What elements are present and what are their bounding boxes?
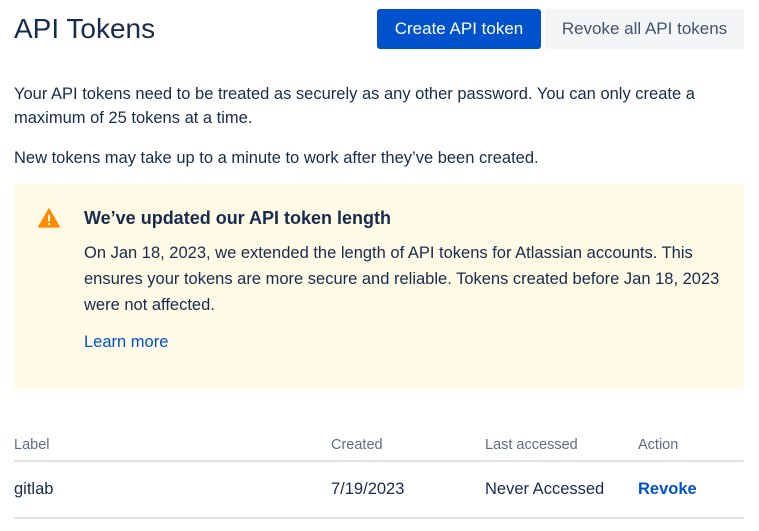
token-action-cell: Revoke (638, 461, 744, 519)
column-header-created: Created (331, 430, 485, 462)
column-header-last-accessed: Last accessed (485, 430, 638, 462)
column-header-label: Label (14, 430, 331, 462)
token-created: 7/19/2023 (331, 461, 485, 519)
revoke-all-api-tokens-button[interactable]: Revoke all API tokens (545, 9, 744, 49)
token-label: gitlab (14, 461, 331, 519)
api-tokens-table: Label Created Last accessed Action gitla… (14, 430, 744, 519)
table-row: gitlab 7/19/2023 Never Accessed Revoke (14, 461, 744, 519)
learn-more-link[interactable]: Learn more (84, 330, 168, 354)
token-last-accessed: Never Accessed (485, 461, 638, 519)
warning-icon (38, 208, 60, 228)
notice-body: On Jan 18, 2023, we extended the length … (84, 244, 720, 314)
intro-paragraph-security: Your API tokens need to be treated as se… (14, 85, 695, 127)
create-api-token-button[interactable]: Create API token (377, 9, 541, 49)
page-header: API Tokens Create API token Revoke all A… (14, 9, 744, 49)
intro-text: Your API tokens need to be treated as se… (14, 82, 744, 170)
intro-paragraph-delay: New tokens may take up to a minute to wo… (14, 149, 539, 167)
token-length-notice: We’ve updated our API token length On Ja… (14, 184, 744, 389)
table-header-row: Label Created Last accessed Action (14, 430, 744, 462)
column-header-action: Action (638, 430, 744, 462)
notice-title: We’ve updated our API token length (84, 208, 392, 228)
page-title: API Tokens (14, 13, 156, 44)
revoke-token-link[interactable]: Revoke (638, 480, 697, 498)
